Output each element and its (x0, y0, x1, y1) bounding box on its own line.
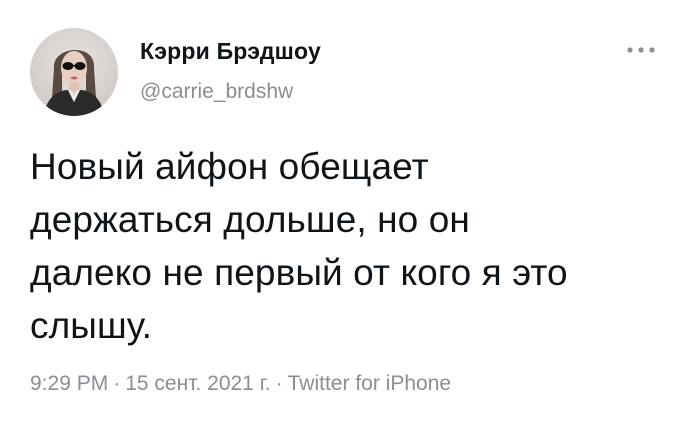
tweet-date[interactable]: 15 сент. 2021 г. (125, 372, 270, 395)
avatar-photo-icon (44, 49, 104, 116)
tweet-meta: 9:29 PM · 15 сент. 2021 г. · Twitter for iPh… (30, 372, 451, 396)
more-horizontal-icon[interactable] (625, 44, 657, 56)
tweet-text-line: Новый айфон обещает (30, 146, 429, 187)
meta-separator: · (113, 372, 121, 395)
tweet-time[interactable]: 9:29 PM (30, 372, 108, 395)
tweet-text-line: держаться дольше, но он (30, 199, 470, 240)
tweet-text-line: слышу. (30, 305, 153, 346)
tweet-source-link[interactable]: Twitter for iPhone (288, 372, 451, 395)
tweet-text: Новый айфон обещает держаться дольше, но… (30, 140, 670, 352)
author-handle[interactable]: @carrie_brdshw (140, 80, 293, 104)
author-display-name[interactable]: Кэрри Брэдшоу (140, 38, 321, 65)
tweet-text-line: далеко не первый от кого я это (30, 252, 568, 293)
meta-separator: · (275, 372, 283, 395)
avatar[interactable] (30, 28, 118, 116)
tweet-card: Кэрри Брэдшоу @carrie_brdshw Новый айфон… (0, 0, 700, 424)
